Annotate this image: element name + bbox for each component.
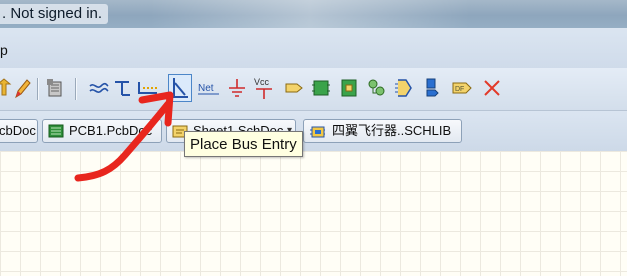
menu-item-fragment[interactable]: p: [0, 42, 8, 58]
window-title: . Not signed in.: [0, 4, 109, 24]
menu-bar: p: [0, 28, 627, 68]
bus-icon[interactable]: [112, 76, 134, 100]
part-icon[interactable]: [44, 76, 66, 100]
tab-label: PCB1.PcbDoc: [69, 123, 153, 138]
wiring-toolbar: Net Vcc DF: [0, 68, 627, 111]
tab-schlib[interactable]: 四翼飞行器..SCHLIB: [303, 119, 462, 143]
directive-label-text: DF: [455, 86, 464, 93]
pcb-doc-icon: [48, 124, 64, 138]
tooltip: Place Bus Entry: [184, 131, 303, 157]
vcc-icon[interactable]: Vcc: [252, 76, 274, 100]
wire-icon[interactable]: [88, 76, 110, 100]
directive-icon[interactable]: DF: [450, 76, 472, 100]
title-bar-highlight: [150, 0, 470, 28]
net-label-icon[interactable]: Net: [197, 76, 219, 100]
tab-pcb1-pcbdoc[interactable]: PCB1.PcbDoc: [42, 119, 162, 143]
sheet-entry-icon[interactable]: [338, 76, 360, 100]
schematic-canvas[interactable]: [0, 151, 627, 276]
harness-entry-icon[interactable]: [421, 76, 443, 100]
ground-icon[interactable]: [226, 76, 248, 100]
device-sheet-icon[interactable]: [365, 76, 387, 100]
no-erc-icon[interactable]: [481, 76, 503, 100]
toolbar-separator: [75, 78, 77, 100]
sheet-symbol-icon[interactable]: [310, 76, 332, 100]
document-tab-bar: cbDoc PCB1.PcbDoc Sheet1.SchDoc ▾ 四翼飞行器.…: [0, 111, 627, 151]
tab-label: cbDoc: [0, 123, 36, 138]
harness-connector-icon[interactable]: [394, 76, 416, 100]
net-label-text: Net: [198, 83, 214, 94]
toolbar-separator: [37, 78, 39, 100]
tab-label: 四翼飞行器..SCHLIB: [332, 123, 452, 138]
port-icon[interactable]: [283, 76, 305, 100]
schlib-icon: [310, 126, 325, 138]
title-bar: . Not signed in.: [0, 0, 627, 28]
pencil-icon[interactable]: [11, 76, 33, 100]
vcc-label-text: Vcc: [254, 77, 270, 87]
tab-pcbdoc[interactable]: cbDoc: [0, 119, 38, 143]
signal-harness-icon[interactable]: [137, 76, 159, 100]
bus-entry-icon[interactable]: [168, 74, 192, 102]
